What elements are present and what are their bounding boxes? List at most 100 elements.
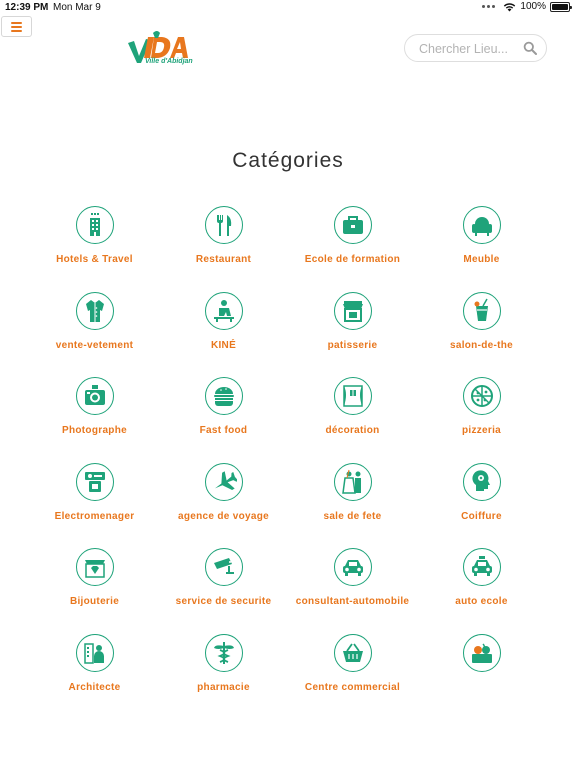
category-item[interactable]: Centre commercial <box>288 633 417 720</box>
category-item[interactable]: Electromenager <box>30 462 159 549</box>
category-label: décoration <box>325 425 380 436</box>
page-title: Catégories <box>232 149 344 172</box>
category-icon-circle[interactable] <box>204 206 243 244</box>
coat-icon <box>85 299 104 322</box>
category-icon-circle[interactable] <box>75 462 114 501</box>
category-icon-circle[interactable] <box>204 462 243 501</box>
category-item[interactable]: service de securite <box>159 548 288 634</box>
briefcase-icon <box>342 216 363 234</box>
category-icon-circle[interactable] <box>75 633 114 672</box>
pizza-icon <box>470 385 493 407</box>
category-item[interactable]: KINÉ <box>159 291 288 378</box>
architect-icon <box>83 642 104 664</box>
category-icon-circle[interactable] <box>333 462 372 501</box>
category-item[interactable]: vente-vetement <box>30 291 159 378</box>
category-icon-circle[interactable] <box>333 548 372 586</box>
market-produce-icon <box>471 642 492 663</box>
status-bar: 12:39 PM Mon Mar 9 100% <box>0 0 576 16</box>
category-icon-circle[interactable] <box>75 291 114 330</box>
menu-button[interactable] <box>1 16 32 37</box>
category-item[interactable]: Photographe <box>30 377 159 463</box>
category-icon-circle[interactable] <box>204 633 243 672</box>
category-item[interactable]: Restaurant <box>159 206 288 292</box>
category-label: Electromenager <box>54 510 135 522</box>
battery-icon <box>550 1 572 12</box>
category-label: pizzeria <box>461 425 502 436</box>
window-curtain-icon <box>342 385 363 407</box>
search-input[interactable] <box>419 40 519 58</box>
category-item[interactable]: Coiffure <box>417 462 546 549</box>
hair-head-icon <box>471 469 490 491</box>
category-icon-circle[interactable] <box>75 377 114 415</box>
category-icon-circle[interactable] <box>333 291 372 330</box>
category-icon-circle[interactable] <box>462 548 501 586</box>
category-icon-circle[interactable] <box>204 377 243 415</box>
hotel-building-icon <box>89 213 100 236</box>
category-item[interactable]: sale de fete <box>288 462 417 549</box>
category-icon-circle[interactable] <box>462 633 501 672</box>
drink-glass-icon <box>474 298 488 321</box>
status-right: 100% <box>482 1 572 12</box>
category-item[interactable]: Fast food <box>159 377 288 463</box>
wifi-icon <box>504 2 516 11</box>
category-item[interactable]: salon-de-the <box>417 291 546 378</box>
category-label: Restaurant <box>195 254 252 265</box>
category-label: vente-vetement <box>55 339 134 351</box>
category-item[interactable]: consultant-automobile <box>288 548 417 634</box>
category-item[interactable]: pharmacie <box>159 633 288 720</box>
category-item[interactable]: Meuble <box>417 206 546 292</box>
physiotherapy-icon <box>213 299 234 322</box>
category-icon-circle[interactable] <box>75 206 114 244</box>
search-box[interactable] <box>404 34 547 62</box>
category-item[interactable]: agence de voyage <box>159 462 288 549</box>
category-icon-circle[interactable] <box>204 291 243 330</box>
category-icon-circle[interactable] <box>333 206 372 244</box>
category-label: Fast food <box>199 425 248 436</box>
category-label: agence de voyage <box>178 510 269 522</box>
taxi-icon <box>471 556 492 576</box>
category-item[interactable]: décoration <box>288 377 417 463</box>
category-label: consultant-automobile <box>295 596 410 607</box>
status-date: Mon Mar 9 <box>53 2 101 13</box>
category-label: Architecte <box>68 681 121 693</box>
category-label: KINÉ <box>210 339 237 351</box>
category-label: Meuble <box>463 254 500 265</box>
category-item[interactable]: Bijouterie <box>30 548 159 634</box>
category-item[interactable]: Hotels & Travel <box>30 206 159 292</box>
category-label: patisserie <box>327 339 378 351</box>
search-icon[interactable] <box>523 41 537 55</box>
logo[interactable]: Ville d'Abidjan <box>126 29 194 71</box>
category-label: Ecole de formation <box>304 254 401 265</box>
wedding-couple-icon <box>341 469 361 494</box>
category-item[interactable]: patisserie <box>288 291 417 378</box>
category-icon-circle[interactable] <box>333 377 372 415</box>
fork-knife-icon <box>216 215 231 236</box>
category-icon-circle[interactable] <box>462 206 501 244</box>
category-item[interactable]: auto ecole <box>417 548 546 634</box>
armchair-icon <box>471 217 492 236</box>
appliance-icon <box>84 471 105 492</box>
category-icon-circle[interactable] <box>204 548 243 586</box>
category-label: salon-de-the <box>449 339 514 351</box>
burger-icon <box>213 387 234 406</box>
category-label: pharmacie <box>197 681 250 693</box>
category-item[interactable]: Architecte <box>30 633 159 720</box>
category-label: Hotels & Travel <box>56 254 133 265</box>
category-item[interactable] <box>417 633 546 720</box>
category-icon-circle[interactable] <box>462 462 501 501</box>
security-camera-icon <box>213 558 234 574</box>
category-item[interactable]: pizzeria <box>417 377 546 463</box>
category-label: sale de fete <box>323 510 382 522</box>
category-icon-circle[interactable] <box>75 548 114 586</box>
category-icon-circle[interactable] <box>462 377 501 415</box>
shopping-basket-icon <box>342 642 363 662</box>
category-label: auto ecole <box>455 596 508 607</box>
battery-percent: 100% <box>520 1 546 12</box>
caduceus-icon <box>213 641 234 664</box>
category-label: Coiffure <box>461 510 502 522</box>
category-item[interactable]: Ecole de formation <box>288 206 417 292</box>
camera-icon <box>84 385 105 405</box>
category-label: service de securite <box>175 596 272 607</box>
category-icon-circle[interactable] <box>462 291 501 330</box>
category-icon-circle[interactable] <box>333 633 372 672</box>
